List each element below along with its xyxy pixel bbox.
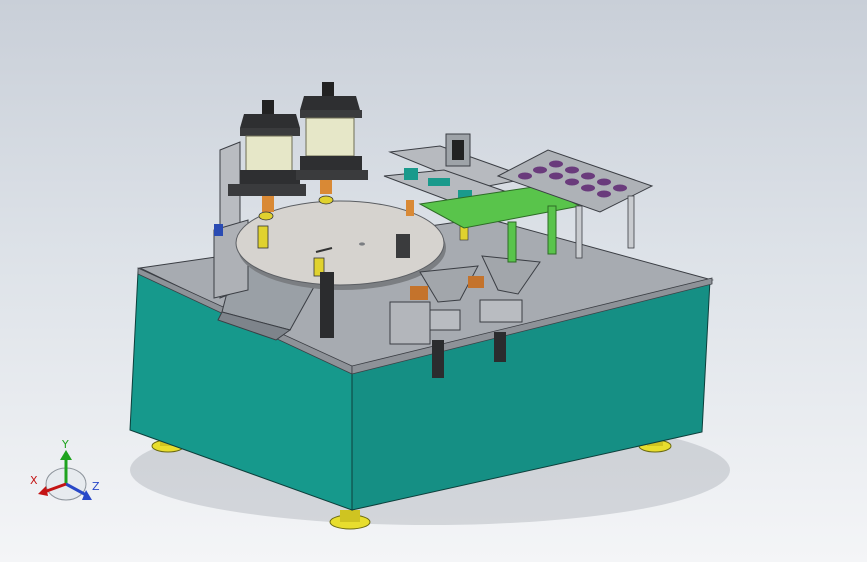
x-axis-label: X [30,474,38,487]
control-box [389,301,431,345]
press-cylinder-right [296,82,368,205]
y-axis-label: Y [61,438,69,451]
left-frame [213,141,249,299]
graphics-viewport[interactable]: X Y Z [0,0,867,562]
y-axis-arrowhead [60,450,72,460]
machine-assembly-model[interactable] [0,0,867,562]
sensor-block [214,224,223,236]
coordinate-triad: X Y Z [26,438,110,508]
z-axis-label: Z [92,480,100,493]
